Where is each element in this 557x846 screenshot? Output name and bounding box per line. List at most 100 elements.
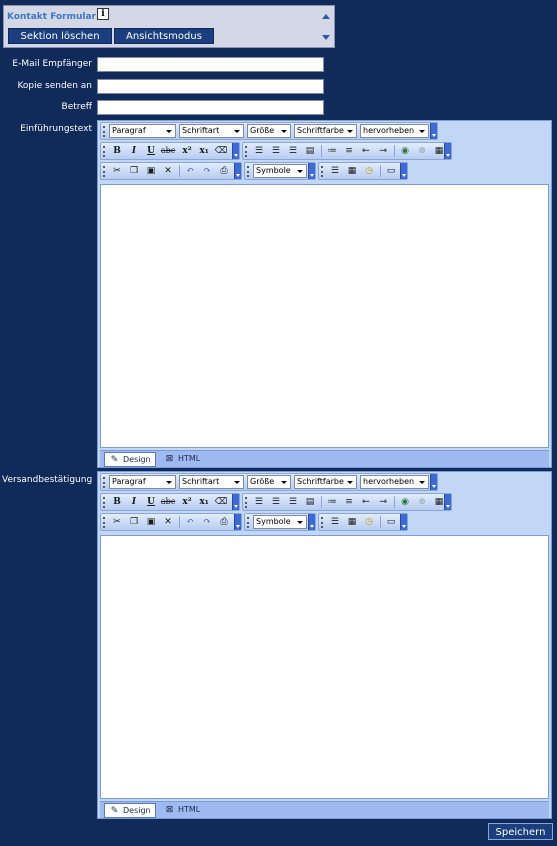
design-tab[interactable]: ✎ Design	[104, 803, 156, 818]
text-style-toolbar: B I U abc x² x₁ ⌫	[100, 493, 240, 511]
link-icon[interactable]: ◉	[397, 144, 413, 158]
justify-icon[interactable]: ▤	[302, 495, 318, 509]
italic-icon[interactable]: I	[126, 144, 142, 158]
superscript-icon[interactable]: x²	[179, 495, 195, 509]
align-center-icon[interactable]: ☰	[268, 144, 284, 158]
eraser-icon[interactable]: ⌫	[213, 144, 229, 158]
section-header: Kontakt Formular i Sektion löschen Ansic…	[3, 5, 335, 48]
toolbar-options-icon[interactable]	[400, 514, 407, 530]
numbered-list-icon[interactable]: ≡	[341, 495, 357, 509]
align-center-icon[interactable]: ☰	[268, 495, 284, 509]
undo-icon[interactable]: ↶	[182, 515, 198, 529]
size-dropdown[interactable]: Größe	[247, 124, 291, 138]
bullet-list-icon[interactable]: ≔	[324, 495, 340, 509]
toolbar-options-icon[interactable]	[430, 474, 437, 490]
font-color-dropdown[interactable]: Schriftfarbe	[294, 124, 357, 138]
html-tab[interactable]: ⊠ HTML	[160, 452, 210, 467]
indent-icon[interactable]: ⇥	[375, 144, 391, 158]
underline-icon[interactable]: U	[143, 495, 159, 509]
clock-icon[interactable]: ◷	[361, 515, 377, 529]
align-right-icon[interactable]: ☰	[285, 495, 301, 509]
align-right-icon[interactable]: ☰	[285, 144, 301, 158]
align-left-icon[interactable]: ☰	[251, 495, 267, 509]
toolbar-options-icon[interactable]	[400, 163, 407, 179]
intro-text-edit-area[interactable]	[100, 184, 549, 448]
toolbar-options-icon[interactable]	[232, 494, 239, 510]
eraser-icon[interactable]: ⌫	[213, 495, 229, 509]
highlight-dropdown[interactable]: hervorheben	[360, 475, 429, 489]
view-mode-button[interactable]: Ansichtsmodus	[114, 28, 214, 44]
redo-icon[interactable]: ↷	[199, 515, 215, 529]
print-icon[interactable]: ⎙	[216, 164, 232, 178]
justify-icon[interactable]: ▤	[302, 144, 318, 158]
design-tab-label: Design	[123, 455, 151, 464]
toolbar-options-icon[interactable]	[232, 143, 239, 159]
subject-input[interactable]	[97, 100, 324, 115]
horizontal-rule-icon[interactable]: ☰	[327, 164, 343, 178]
print-icon[interactable]: ⎙	[216, 515, 232, 529]
superscript-icon[interactable]: x²	[179, 144, 195, 158]
bold-icon[interactable]: B	[109, 495, 125, 509]
outdent-icon[interactable]: ⇤	[358, 144, 374, 158]
clock-icon[interactable]: ◷	[361, 164, 377, 178]
subscript-icon[interactable]: x₁	[196, 495, 212, 509]
underline-icon[interactable]: U	[143, 144, 159, 158]
info-icon[interactable]: i	[97, 8, 109, 20]
confirmation-edit-area[interactable]	[100, 535, 549, 799]
unlink-icon[interactable]: ⊗	[414, 144, 430, 158]
frame-icon[interactable]: ▭	[383, 515, 399, 529]
indent-icon[interactable]: ⇥	[375, 495, 391, 509]
italic-icon[interactable]: I	[126, 495, 142, 509]
link-icon[interactable]: ◉	[397, 495, 413, 509]
paragraph-dropdown[interactable]: Paragraf	[109, 475, 176, 489]
font-color-dropdown[interactable]: Schriftfarbe	[294, 475, 357, 489]
calendar-icon[interactable]: ▦	[344, 515, 360, 529]
toolbar-options-icon[interactable]	[308, 514, 315, 530]
email-recipient-input[interactable]	[97, 57, 324, 72]
font-dropdown[interactable]: Schriftart	[179, 124, 244, 138]
strikethrough-icon[interactable]: abc	[160, 495, 176, 509]
align-left-icon[interactable]: ☰	[251, 144, 267, 158]
delete-icon[interactable]: ✕	[160, 515, 176, 529]
strikethrough-icon[interactable]: abc	[160, 144, 176, 158]
move-up-icon[interactable]	[322, 14, 330, 19]
toolbar-options-icon[interactable]	[234, 163, 241, 179]
numbered-list-icon[interactable]: ≡	[341, 144, 357, 158]
toolbar-options-icon[interactable]	[444, 143, 451, 159]
calendar-icon[interactable]: ▦	[344, 164, 360, 178]
paste-icon[interactable]: ▣	[143, 164, 159, 178]
outdent-icon[interactable]: ⇤	[358, 495, 374, 509]
symbols-dropdown[interactable]: Symbole	[253, 164, 307, 178]
horizontal-rule-icon[interactable]: ☰	[327, 515, 343, 529]
toolbar-options-icon[interactable]	[234, 514, 241, 530]
cut-icon[interactable]: ✂	[109, 164, 125, 178]
paragraph-dropdown[interactable]: Paragraf	[109, 124, 176, 138]
copy-icon[interactable]: ❐	[126, 164, 142, 178]
size-dropdown[interactable]: Größe	[247, 475, 291, 489]
save-button[interactable]: Speichern	[488, 823, 553, 840]
delete-section-button[interactable]: Sektion löschen	[8, 28, 112, 44]
unlink-icon[interactable]: ⊗	[414, 495, 430, 509]
frame-icon[interactable]: ▭	[383, 164, 399, 178]
toolbar-options-icon[interactable]	[430, 123, 437, 139]
undo-icon[interactable]: ↶	[182, 164, 198, 178]
bold-icon[interactable]: B	[109, 144, 125, 158]
symbols-dropdown[interactable]: Symbole	[253, 515, 307, 529]
subscript-icon[interactable]: x₁	[196, 144, 212, 158]
copy-to-input[interactable]	[97, 79, 324, 94]
text-style-toolbar: B I U abc x² x₁ ⌫	[100, 142, 240, 160]
font-dropdown[interactable]: Schriftart	[179, 475, 244, 489]
cut-icon[interactable]: ✂	[109, 515, 125, 529]
move-down-icon[interactable]	[322, 35, 330, 40]
design-tab[interactable]: ✎ Design	[104, 452, 156, 467]
toolbar-options-icon[interactable]	[444, 494, 451, 510]
paste-icon[interactable]: ▣	[143, 515, 159, 529]
html-tab[interactable]: ⊠ HTML	[160, 803, 210, 818]
subject-label: Betreff	[61, 102, 92, 112]
redo-icon[interactable]: ↷	[199, 164, 215, 178]
highlight-dropdown[interactable]: hervorheben	[360, 124, 429, 138]
toolbar-options-icon[interactable]	[308, 163, 315, 179]
delete-icon[interactable]: ✕	[160, 164, 176, 178]
bullet-list-icon[interactable]: ≔	[324, 144, 340, 158]
copy-icon[interactable]: ❐	[126, 515, 142, 529]
